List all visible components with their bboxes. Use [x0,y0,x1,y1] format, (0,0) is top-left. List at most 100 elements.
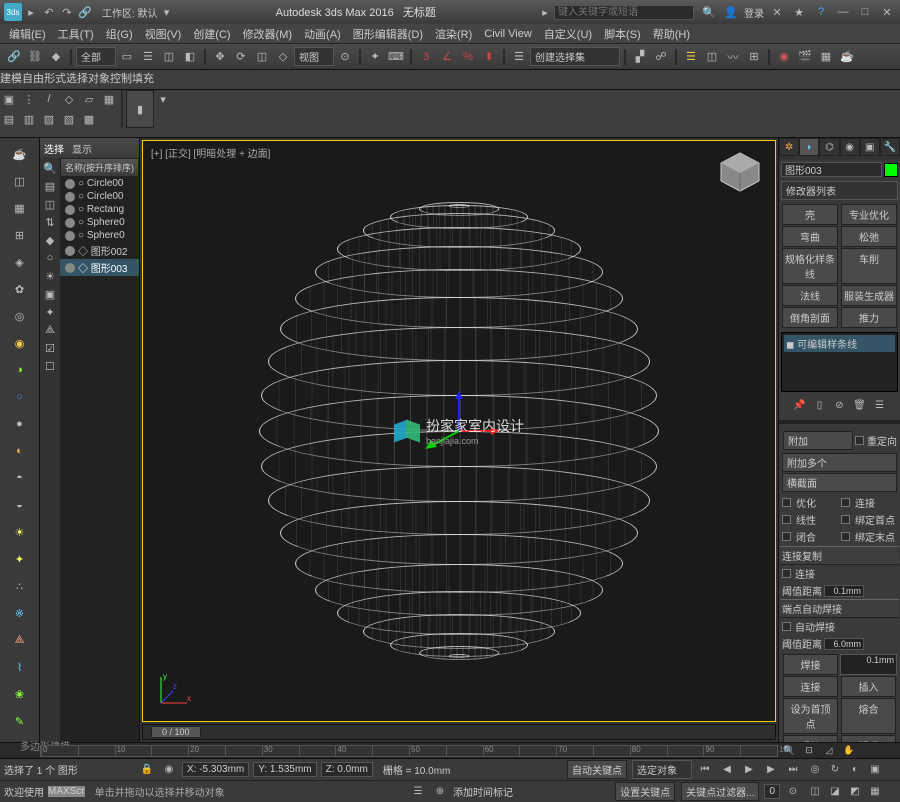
chevron-down-icon[interactable]: ▾ [158,3,176,21]
isolate-icon[interactable]: ◉ [160,761,178,779]
closed-check[interactable] [782,532,791,541]
pin-stack-icon[interactable]: 📌 [791,396,809,414]
mod-bevelprofile[interactable]: 倒角剖面 [782,307,838,328]
tool-icon-7[interactable]: ◉ [8,331,32,355]
se-sort-icon[interactable]: ⇅ [42,214,58,230]
mod-garment[interactable]: 服装生成器 [841,285,897,306]
undo-icon[interactable]: ↶ [40,3,58,21]
vp-min-icon[interactable]: ◫ [806,783,824,801]
tool-icon-5[interactable]: ✿ [8,277,32,301]
coord-y[interactable]: Y: 1.535mm [253,762,316,777]
select-region-icon[interactable]: ◫ [159,47,179,67]
utility-tab-icon[interactable]: 🔧 [880,138,900,156]
help-icon[interactable]: ? [812,3,830,21]
select-link-icon[interactable]: 🔗 [4,47,24,67]
menu-civil[interactable]: Civil View [481,27,534,41]
teapot-icon[interactable]: ☕ [8,142,32,166]
connect-check[interactable] [841,498,850,507]
scene-item[interactable]: ○ Sphere0 [60,229,139,242]
vp-walk-icon[interactable]: ◐ [846,761,864,779]
vp-max-icon[interactable]: ▣ [866,761,884,779]
se-find-icon[interactable]: 🔍 [42,160,58,176]
link-icon[interactable]: 🔗 [76,3,94,21]
menu-render[interactable]: 渲染(R) [432,25,475,43]
brush-icon[interactable]: ✎ [8,709,32,733]
viewcube[interactable] [715,149,765,193]
menu-edit[interactable]: 编辑(E) [6,25,49,43]
mod-push[interactable]: 推力 [841,307,897,328]
maxscript-tab[interactable]: MAXScr [48,786,85,797]
modifier-list-dropdown[interactable]: 修改器列表 [781,181,898,200]
vertex-mode-icon[interactable]: ⋮ [20,90,38,108]
tool-icon-10[interactable]: ● [8,412,32,436]
ribbon-tab-selection[interactable]: 选择 [66,70,88,89]
scale-icon[interactable]: ◫ [252,47,272,67]
menu-help[interactable]: 帮助(H) [650,25,693,43]
gen-topo5-icon[interactable]: ▩ [80,110,98,128]
login-link[interactable]: 登录 [744,5,764,20]
se-filter-icon[interactable]: ▤ [42,178,58,194]
infocenter-icon[interactable]: 🔍 [700,3,718,21]
addtime-label[interactable]: 添加时间标记 [453,784,513,799]
se-view-icon[interactable]: ◫ [42,196,58,212]
mod-prooptimize[interactable]: 专业优化 [841,204,897,225]
welcome-tab[interactable]: 欢迎使用 [4,784,44,799]
polygon-mode-icon[interactable]: ▱ [80,90,98,108]
rotate-icon[interactable]: ⟳ [231,47,251,67]
bindlast-check[interactable] [841,532,850,541]
mod-relax[interactable]: 松弛 [841,226,897,247]
connect2-check[interactable] [782,569,791,578]
weld-spinner[interactable]: 0.1mm [840,654,897,675]
show-end-icon[interactable]: ▯ [811,396,829,414]
favorite-icon[interactable]: ★ [790,3,808,21]
scene-item[interactable]: ◇ 图形003 [60,259,139,276]
user-icon[interactable]: 👤 [722,3,740,21]
edit-named-sel-icon[interactable]: ☰ [509,47,529,67]
object-name-input[interactable] [781,162,882,177]
bone-icon[interactable]: ⟁ [8,628,32,652]
keyfilter-button[interactable]: 关键点过滤器... [681,782,759,801]
tool-icon-12[interactable]: ◓ [8,466,32,490]
ribbon-tab-object[interactable]: 对象控制 [88,70,132,89]
se-light-icon[interactable]: ☀ [42,268,58,284]
next-frame-icon[interactable]: ▶ [762,761,780,779]
redo-icon[interactable]: ↷ [58,3,76,21]
weld-button[interactable]: 焊接 [783,654,838,675]
keymode-dropdown[interactable]: 选定对象 [632,760,692,779]
light-icon[interactable]: ☀ [8,520,32,544]
vp-zoomall-icon[interactable]: ⊡ [800,742,818,760]
manipulate-icon[interactable]: ✦ [365,47,385,67]
se-cam-icon[interactable]: ▣ [42,286,58,302]
window-crossing-icon[interactable]: ◧ [180,47,200,67]
spinner-snap-icon[interactable]: ⬍ [479,47,499,67]
curve-editor-icon[interactable]: 〰 [723,47,743,67]
layer-icon[interactable]: ☰ [681,47,701,67]
se-geo-icon[interactable]: ◆ [42,232,58,248]
menu-create[interactable]: 创建(C) [190,25,233,43]
threshold2-spinner[interactable]: 6.0mm [824,638,864,650]
tool-icon-9[interactable]: ○ [8,385,32,409]
mod-shell[interactable]: 壳 [782,204,838,225]
threshold-spinner[interactable]: 0.1mm [824,585,864,597]
addtime-icon[interactable]: ⊕ [431,783,449,801]
scene-item[interactable]: ○ Rectang [60,203,139,216]
vp-min3-icon[interactable]: ◩ [846,783,864,801]
menu-tools[interactable]: 工具(T) [55,25,97,43]
vp-orbit-icon[interactable]: ◎ [806,761,824,779]
selection-filter-dropdown[interactable]: 全部 [76,47,116,66]
scene-item[interactable]: ○ Sphere0 [60,216,139,229]
object-color-swatch[interactable] [884,163,898,177]
play-icon[interactable]: ▶ [740,761,758,779]
menu-script[interactable]: 脚本(S) [601,25,644,43]
linear-check[interactable] [782,515,791,524]
unlink-icon[interactable]: ⛓ [25,47,45,67]
particle-icon[interactable]: ∴ [8,574,32,598]
menu-animation[interactable]: 动画(A) [301,25,344,43]
ribbon-collapse-icon[interactable]: ▾ [154,90,172,108]
setkey-button[interactable]: 设置关键点 [615,782,675,801]
viewport[interactable]: [+] [正交] [明暗处理 + 边面] 扮家家室内设计banjiajia.co… [142,140,776,722]
scene-item[interactable]: ○ Circle00 [60,177,139,190]
exchange-icon[interactable]: ✕ [768,3,786,21]
menu-graph[interactable]: 图形编辑器(D) [350,25,426,43]
hierarchy-tab-icon[interactable]: ⌬ [819,138,839,156]
